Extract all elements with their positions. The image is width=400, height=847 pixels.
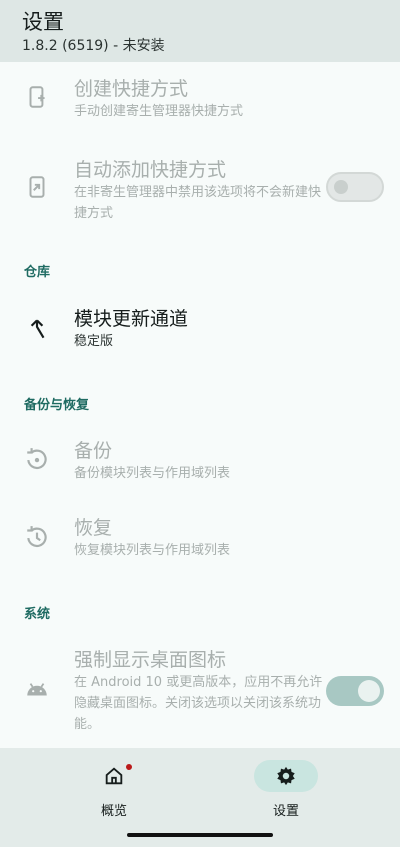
nav-pill [82,760,146,792]
version-subtitle: 1.8.2 (6519) - 未安装 [22,38,165,54]
section-header-system: 系统 [24,607,51,622]
home-icon [105,767,123,785]
settings-list[interactable]: 创建快捷方式 手动创建寄生管理器快捷方式 自动添加快捷方式 在非寄生管理器中禁用… [0,62,400,748]
pref-backup[interactable]: 备份 备份模块列表与作用域列表 [0,427,400,491]
section-header-repo: 仓库 [24,265,51,280]
restore-icon [24,524,50,550]
backup-icon [24,446,50,472]
pref-summary: 手动创建寄生管理器快捷方式 [74,104,244,119]
auto-shortcut-toggle[interactable] [326,172,384,202]
page-title: 设置 [22,10,64,34]
toggle-knob [358,680,380,702]
section-header-backup: 备份与恢复 [24,398,90,413]
pref-title: 自动添加快捷方式 [74,159,227,181]
pref-auto-shortcut[interactable]: 自动添加快捷方式 在非寄生管理器中禁用该选项将不会新建快捷方式 [0,144,400,234]
merge-icon [24,316,50,342]
pref-summary: 在 Android 10 或更高版本，应用不再允许隐藏桌面图标。关闭该选项以关闭… [74,675,323,732]
gesture-bar[interactable] [127,833,273,837]
nav-label: 概览 [100,804,127,819]
pref-title: 创建快捷方式 [74,78,189,100]
force-desktop-icon-toggle[interactable] [326,676,384,706]
pref-title: 模块更新通道 [74,308,189,330]
gear-icon [277,766,295,786]
pref-create-shortcut[interactable]: 创建快捷方式 手动创建寄生管理器快捷方式 [0,62,400,134]
pref-title: 恢复 [74,517,113,539]
nav-item-settings[interactable]: 设置 [226,760,346,830]
notification-badge [126,764,132,770]
pref-summary: 稳定版 [74,334,114,349]
nav-label: 设置 [272,804,299,819]
app-bar: 设置 1.8.2 (6519) - 未安装 [0,0,400,62]
nav-item-overview[interactable]: 概览 [54,760,174,830]
pref-summary: 在非寄生管理器中禁用该选项将不会新建快捷方式 [74,185,322,221]
pref-restore[interactable]: 恢复 恢复模块列表与作用域列表 [0,502,400,566]
pref-title: 强制显示桌面图标 [74,649,227,671]
pref-force-desktop-icon[interactable]: 强制显示桌面图标 在 Android 10 或更高版本，应用不再允许隐藏桌面图标… [0,636,400,746]
pref-summary: 恢复模块列表与作用域列表 [74,543,231,558]
add-to-home-icon [24,84,50,110]
shortcut-icon [24,174,50,200]
pref-update-channel[interactable]: 模块更新通道 稳定版 [0,294,400,358]
pref-summary: 备份模块列表与作用域列表 [74,466,231,481]
toggle-knob [334,180,348,194]
nav-pill-active [254,760,318,792]
pref-title: 备份 [74,440,113,462]
android-icon [24,676,50,702]
